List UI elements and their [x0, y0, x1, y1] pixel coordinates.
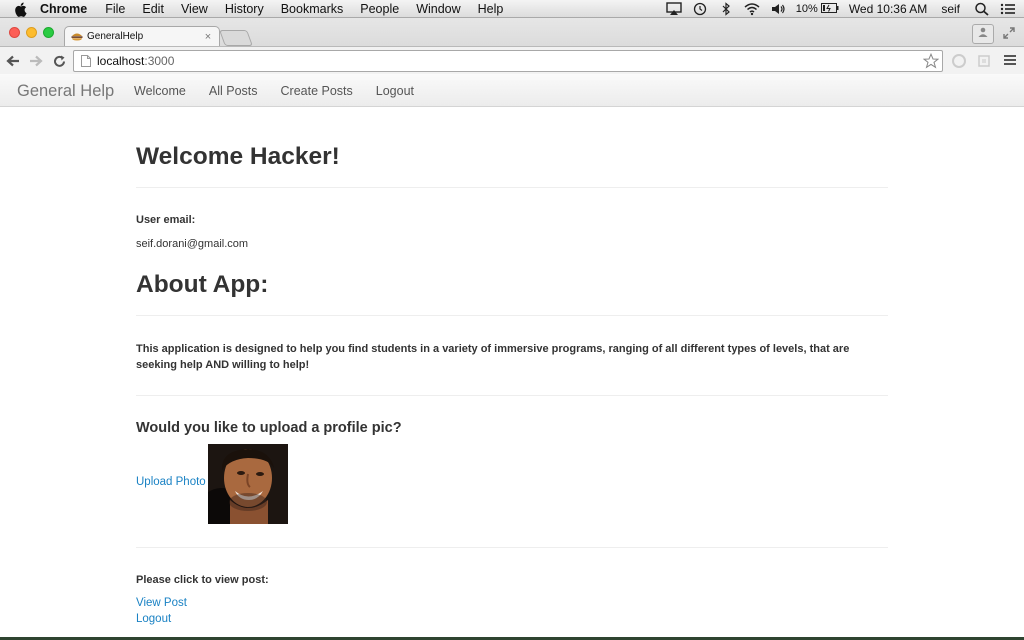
nav-link-welcome[interactable]: Welcome [134, 84, 186, 98]
divider [136, 395, 888, 396]
address-bar[interactable]: localhost:3000 [73, 50, 943, 72]
tab-close-button[interactable]: × [201, 31, 215, 43]
nav-link-logout[interactable]: Logout [376, 84, 414, 98]
divider [136, 547, 888, 548]
browser-toolbar: localhost:3000 [0, 46, 1024, 74]
menu-file[interactable]: File [105, 0, 125, 18]
profile-photo [208, 444, 288, 524]
menu-help[interactable]: Help [478, 0, 504, 18]
user-email-value: seif.dorani@gmail.com [136, 238, 249, 250]
battery-icon [820, 2, 839, 16]
menu-view[interactable]: View [181, 0, 208, 18]
menu-history[interactable]: History [225, 0, 264, 18]
nav-link-all-posts[interactable]: All Posts [209, 84, 258, 98]
divider [136, 315, 888, 316]
notification-center-icon[interactable] [1000, 2, 1016, 16]
site-navbar: General Help Welcome All Posts Create Po… [0, 74, 1024, 107]
spotlight-search-icon[interactable] [974, 2, 990, 16]
nav-link-create-posts[interactable]: Create Posts [281, 84, 353, 98]
bookmark-star-icon[interactable] [922, 52, 940, 69]
window-close-button[interactable] [9, 27, 20, 38]
menu-edit[interactable]: Edit [142, 0, 164, 18]
menu-app-chrome[interactable]: Chrome [40, 0, 87, 18]
menu-user[interactable]: seif [941, 2, 960, 16]
window-controls [9, 27, 60, 38]
bluetooth-icon[interactable] [718, 2, 734, 16]
divider [136, 187, 888, 188]
volume-icon[interactable] [770, 2, 786, 16]
tab-title: GeneralHelp [87, 31, 144, 42]
time-machine-icon[interactable] [692, 2, 708, 16]
menu-window[interactable]: Window [416, 0, 460, 18]
menu-bookmarks[interactable]: Bookmarks [281, 0, 344, 18]
web-page: General Help Welcome All Posts Create Po… [0, 74, 1024, 637]
back-arrow-icon[interactable] [5, 53, 21, 69]
navbar-links: Welcome All Posts Create Posts Logout [134, 84, 437, 98]
battery-percent: 10% [795, 3, 818, 15]
view-post-label: Please click to view post: [136, 574, 269, 586]
burger-favicon-icon [71, 32, 83, 41]
upload-photo-link[interactable]: Upload Photo [136, 476, 206, 488]
wifi-icon[interactable] [744, 2, 760, 16]
extension-refresh-icon[interactable] [951, 53, 967, 69]
window-maximize-button[interactable] [43, 27, 54, 38]
reload-icon[interactable] [51, 53, 67, 69]
about-heading: About App: [136, 271, 269, 298]
forward-arrow-icon[interactable] [28, 53, 44, 69]
profile-button[interactable] [972, 24, 994, 44]
upload-heading: Would you like to upload a profile pic? [136, 420, 402, 436]
macos-menu-bar: Chrome File Edit View History Bookmarks … [0, 0, 1024, 18]
view-post-link[interactable]: View Post [136, 597, 187, 609]
browser-window-chrome: GeneralHelp × localhost:3000 [0, 18, 1024, 74]
url-host: localhost [97, 54, 145, 68]
logout-link[interactable]: Logout [136, 613, 171, 625]
extension-icon[interactable] [976, 53, 992, 69]
battery-status[interactable]: 10% [795, 2, 839, 16]
menu-clock[interactable]: Wed 10:36 AM [849, 2, 928, 16]
navbar-brand[interactable]: General Help [17, 82, 114, 101]
window-minimize-button[interactable] [26, 27, 37, 38]
about-text: This application is designed to help you… [136, 343, 850, 371]
welcome-heading: Welcome Hacker! [136, 143, 340, 170]
menu-people[interactable]: People [360, 0, 399, 18]
user-email-label: User email: [136, 214, 196, 226]
apple-menu-icon[interactable] [14, 2, 30, 17]
new-tab-button[interactable] [219, 30, 253, 46]
chrome-menu-icon[interactable] [1003, 53, 1019, 69]
person-icon [977, 25, 989, 43]
browser-tab-active[interactable]: GeneralHelp × [64, 26, 220, 46]
page-icon [81, 55, 91, 67]
fullscreen-icon[interactable] [1001, 25, 1017, 41]
url-port: :3000 [144, 54, 175, 68]
airplay-icon[interactable] [666, 2, 682, 16]
